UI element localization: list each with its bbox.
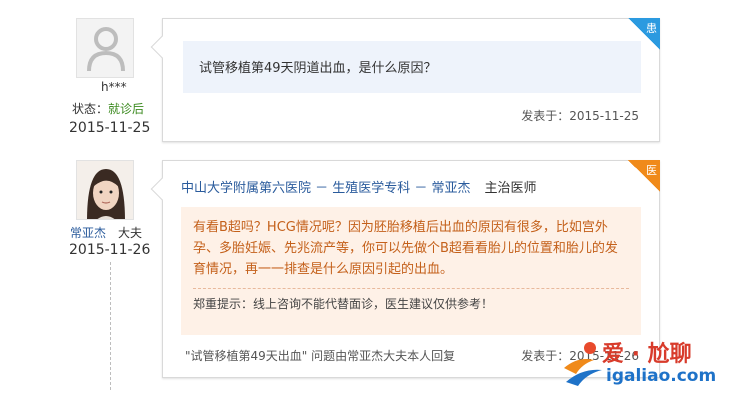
swoosh-logo-icon	[564, 342, 602, 386]
patient-name: h***	[101, 80, 127, 94]
watermark-text: 爱 · 尬聊	[602, 342, 692, 367]
question-card: 患 试管移植第49天阴道出血，是什么原因？ 发表于：2015-11-25	[150, 18, 660, 142]
doctor-affiliation-line: 中山大学附属第六医院 － 生殖医学专科 － 常亚杰 主治医师	[181, 177, 537, 196]
status-label: 状态：	[72, 102, 109, 116]
timeline-line	[110, 262, 111, 390]
doctor-badge: 医	[628, 160, 660, 192]
doctor-date: 2015-11-26	[69, 242, 151, 258]
patient-avatar	[76, 18, 134, 78]
patient-date: 2015-11-25	[69, 120, 151, 136]
card-pointer	[150, 35, 174, 59]
card-pointer	[150, 177, 174, 201]
user-placeholder-icon	[87, 27, 125, 72]
reply-footer: "试管移植第49天出血" 问题由常亚杰大夫本人回复	[185, 349, 456, 363]
doctor-title-short: 大夫	[118, 226, 143, 240]
doctor-name-line: 常亚杰 大夫	[70, 224, 142, 241]
doctor-affiliation-link[interactable]: 中山大学附属第六医院 － 生殖医学专科 － 常亚杰	[181, 181, 471, 196]
answer-box: 有看B超吗？HCG情况呢？因为胚胎移植后出血的原因有很多，比如宫外孕、多胎妊娠、…	[181, 207, 641, 335]
doctor-avatar[interactable]	[76, 160, 134, 220]
patient-status: 状态：就诊后	[72, 100, 144, 117]
question-text: 试管移植第49天阴道出血，是什么原因？	[183, 41, 641, 93]
question-posted-date: 发表于：2015-11-25	[521, 109, 639, 123]
watermark-url: igaliao.com	[606, 366, 717, 386]
answer-divider	[193, 288, 629, 289]
doctor-name[interactable]: 常亚杰	[70, 226, 106, 240]
doctor-photo	[77, 161, 133, 219]
status-value: 就诊后	[108, 102, 145, 116]
answer-text: 有看B超吗？HCG情况呢？因为胚胎移植后出血的原因有很多，比如宫外孕、多胎妊娠、…	[193, 220, 618, 277]
doctor-title: 主治医师	[484, 181, 537, 196]
disclaimer-text: 郑重提示：线上咨询不能代替面诊，医生建议仅供参考！	[193, 297, 494, 311]
watermark-logo: 爱 · 尬聊 igaliao.com	[560, 334, 722, 392]
